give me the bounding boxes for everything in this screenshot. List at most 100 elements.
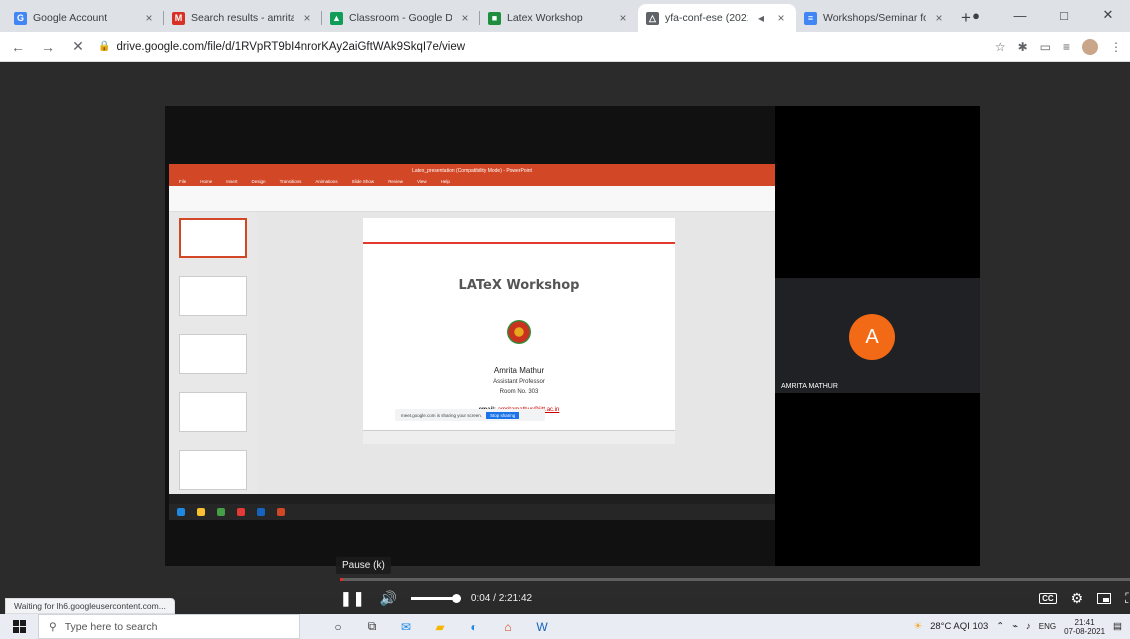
captions-icon[interactable]: CC	[1039, 592, 1057, 604]
weather-text[interactable]: 28°C AQI 103	[930, 621, 988, 632]
institute-emblem-logo	[507, 320, 531, 344]
slide-thumbnail	[179, 392, 247, 432]
minimize-icon[interactable]: —	[998, 8, 1042, 23]
tab-label: yfa-conf-ese (2021-04	[665, 12, 748, 24]
system-clock[interactable]: 21:41 07-08-2021	[1064, 618, 1105, 636]
speaker-icon[interactable]: ♪	[1026, 621, 1031, 632]
audio-icon[interactable]: ◂	[754, 11, 768, 25]
forward-icon[interactable]: →	[38, 39, 58, 55]
tab-label: Workshops/Seminar for 20	[823, 12, 926, 24]
close-icon[interactable]: ×	[932, 11, 946, 25]
mail-app-icon[interactable]: ✉	[398, 619, 414, 635]
record-indicator-icon[interactable]: ●	[954, 8, 998, 23]
clock-date: 07-08-2021	[1064, 626, 1106, 636]
docs-icon: ≡	[804, 11, 817, 25]
tab-yfa-conf-active[interactable]: △ yfa-conf-ese (2021-04 ◂ ×	[638, 4, 796, 32]
inner-app-icon	[257, 508, 265, 516]
extension-icon[interactable]: ✱	[1018, 40, 1028, 54]
gmail-icon: M	[172, 11, 185, 25]
participant-name: AMRITA MATHUR	[781, 383, 838, 390]
search-placeholder[interactable]: Type here to search	[65, 621, 158, 633]
slide-title: LATeX Workshop	[458, 278, 580, 293]
tray-chevron-icon[interactable]: ⌃	[996, 621, 1004, 632]
network-icon[interactable]: ⌁	[1012, 621, 1018, 632]
windows-start-button[interactable]	[0, 620, 38, 633]
taskbar-search[interactable]: ⚲ Type here to search	[38, 614, 300, 639]
volume-slider[interactable]	[410, 593, 461, 603]
star-icon[interactable]: ☆	[995, 40, 1006, 54]
close-icon[interactable]: ×	[616, 11, 630, 25]
volume-icon[interactable]: 🔊	[379, 590, 396, 607]
ppt-menu-item: Insert	[226, 179, 238, 184]
url-field[interactable]: 🔒 drive.google.com/file/d/1RVpRT9bI4nror…	[98, 41, 985, 53]
file-explorer-icon[interactable]: ▰	[432, 619, 448, 635]
fullscreen-icon[interactable]: ⛶	[1125, 590, 1130, 607]
drive-video-viewer: Latex_presentation (Compatibility Mode) …	[0, 62, 1130, 606]
powerpoint-window: Latex_presentation (Compatibility Mode) …	[169, 164, 775, 494]
slide-author: Amrita Mathur	[493, 366, 545, 375]
inner-app-icon	[177, 508, 185, 516]
seek-bar-progress	[340, 578, 344, 581]
slide-thumbnail	[179, 218, 247, 258]
cortana-icon[interactable]: ○	[330, 619, 346, 635]
stop-icon[interactable]: ✕	[68, 38, 88, 55]
ppt-menu-item: Help	[440, 179, 450, 184]
url-text[interactable]: drive.google.com/file/d/1RVpRT9bI4nrorKA…	[116, 41, 465, 53]
search-icon: ⚲	[49, 620, 57, 633]
notification-icon[interactable]: ▤	[1113, 621, 1122, 632]
ppt-canvas: LATeX Workshop Amrita Mathur Assistant P…	[257, 212, 775, 494]
weather-icon[interactable]: ☀	[914, 621, 923, 632]
close-icon[interactable]: ×	[300, 11, 314, 25]
windows-taskbar: ⚲ Type here to search ○ ⧉ ✉ ▰ ◐ ⌂ W ☀ 28…	[0, 614, 1130, 639]
ppt-menu-bar: File Home Insert Design Transitions Anim…	[169, 177, 775, 186]
volume-knob[interactable]	[451, 593, 461, 603]
word-icon[interactable]: W	[534, 619, 550, 635]
drive-icon: ▲	[330, 11, 343, 25]
task-view-icon[interactable]: ⧉	[364, 619, 380, 635]
tab-gmail-search[interactable]: M Search results - amritamath ×	[164, 4, 322, 32]
tab-classroom-drive[interactable]: ▲ Classroom - Google Drive ×	[322, 4, 480, 32]
windows-logo-icon	[12, 620, 26, 633]
tab-latex-workshop[interactable]: ■ Latex Workshop ×	[480, 4, 638, 32]
lock-icon[interactable]: 🔒	[98, 41, 110, 52]
close-icon[interactable]: ×	[458, 11, 472, 25]
taskbar-apps: ○ ⧉ ✉ ▰ ◐ ⌂ W	[330, 619, 550, 635]
inner-app-icon	[217, 508, 225, 516]
miniplayer-icon[interactable]	[1097, 592, 1112, 604]
edge-browser-icon[interactable]: ◐	[466, 619, 482, 635]
cast-icon[interactable]: ▭	[1040, 40, 1051, 54]
pause-tooltip: Pause (k)	[336, 557, 391, 574]
seek-bar[interactable]	[340, 578, 1130, 581]
profile-avatar[interactable]	[1082, 38, 1098, 55]
back-icon[interactable]: ←	[8, 39, 28, 55]
close-icon[interactable]: ×	[774, 11, 788, 25]
ppt-menu-item: File	[179, 179, 187, 184]
reading-list-icon[interactable]: ≡	[1063, 40, 1070, 54]
menu-icon[interactable]: ⋮	[1110, 40, 1122, 54]
ppt-slide-thumbnails	[169, 212, 257, 494]
participant-tile-empty	[775, 106, 980, 278]
slide-thumbnail	[179, 334, 247, 374]
ppt-menu-item: Home	[200, 179, 213, 184]
browser-status-bubble: Waiting for lh6.googleusercontent.com...	[5, 598, 175, 614]
inner-status-bar	[169, 494, 775, 504]
close-icon[interactable]: ×	[142, 11, 156, 25]
tab-label: Classroom - Google Drive	[349, 12, 452, 24]
pause-button[interactable]: ❚❚	[340, 590, 365, 607]
address-bar: ← → ✕ 🔒 drive.google.com/file/d/1RVpRT9b…	[0, 32, 1130, 62]
ppt-menu-item: Design	[251, 179, 266, 184]
ppt-menu-item: View	[416, 179, 427, 184]
tab-google-account[interactable]: G Google Account ×	[6, 4, 164, 32]
drive-file-icon: △	[646, 11, 659, 25]
tab-label: Search results - amritamath	[191, 12, 294, 24]
store-icon[interactable]: ⌂	[500, 619, 516, 635]
maximize-icon[interactable]: □	[1042, 8, 1086, 23]
settings-gear-icon[interactable]: ⚙	[1071, 590, 1084, 607]
ppt-menu-item: Animations	[315, 179, 338, 184]
window-controls: ● — □ ✕	[954, 0, 1130, 30]
video-player[interactable]: Latex_presentation (Compatibility Mode) …	[165, 106, 1130, 606]
tab-label: Latex Workshop	[507, 12, 583, 24]
tab-workshops-seminar[interactable]: ≡ Workshops/Seminar for 20 ×	[796, 4, 954, 32]
language-indicator[interactable]: ENG	[1039, 622, 1056, 631]
close-window-icon[interactable]: ✕	[1086, 7, 1130, 23]
